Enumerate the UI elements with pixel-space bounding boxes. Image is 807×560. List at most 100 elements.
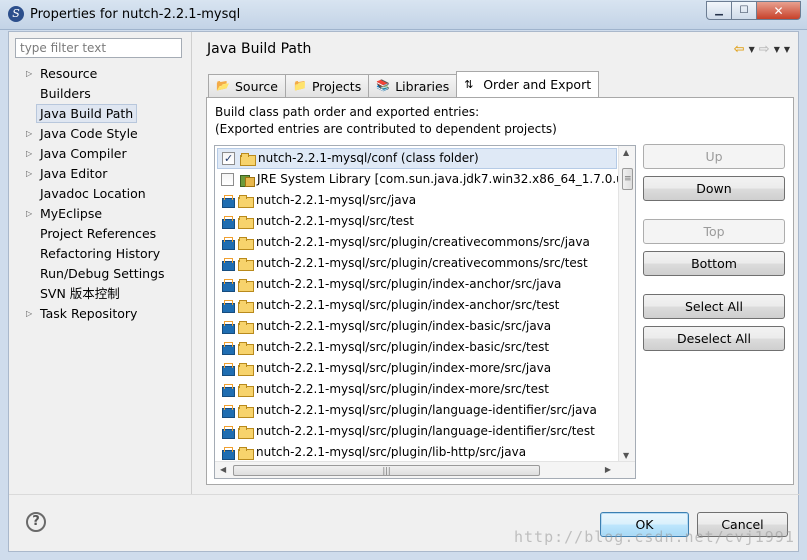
filter-input[interactable] [15,38,182,58]
source-folder-icon[interactable] [221,341,235,355]
sidebar-item[interactable]: Java Build Path [9,104,192,124]
forward-arrow-icon[interactable]: ⇨ [759,42,770,57]
list-item[interactable]: nutch-2.2.1-mysql/src/test [217,211,414,232]
sidebar-item[interactable]: ▷ Task Repository [9,304,192,324]
list-item[interactable]: JRE System Library [com.sun.java.jdk7.wi… [217,169,635,190]
package-folder-icon [238,446,254,460]
list-item[interactable]: nutch-2.2.1-mysql/src/plugin/lib-http/sr… [217,442,526,463]
view-menu-chevron-down-icon[interactable]: ▼ [784,45,790,54]
vertical-scroll-thumb[interactable] [622,168,633,190]
list-item[interactable]: nutch-2.2.1-mysql/src/plugin/creativecom… [217,253,588,274]
sidebar-item-label: Project References [40,226,157,241]
export-checkbox[interactable] [221,173,234,186]
sidebar-item[interactable]: ▷ Java Compiler [9,144,192,164]
vertical-scrollbar[interactable]: ▲ ▼ [618,146,635,462]
package-folder-icon [238,362,254,376]
list-item[interactable]: nutch-2.2.1-mysql/src/plugin/language-id… [217,421,595,442]
list-item[interactable]: nutch-2.2.1-mysql/src/plugin/index-basic… [217,316,551,337]
tab-projects[interactable]: 📁 Projects [284,74,370,97]
sidebar-item[interactable]: ▷ Java Editor [9,164,192,184]
expand-arrow-icon[interactable]: ▷ [26,304,32,324]
package-folder-icon [238,236,254,250]
sidebar-item[interactable]: Run/Debug Settings [9,264,192,284]
source-folder-icon[interactable] [221,299,235,313]
source-folder-icon[interactable] [221,236,235,250]
source-folder-icon[interactable] [221,194,235,208]
horizontal-scroll-thumb[interactable]: ||| [233,465,540,476]
list-item[interactable]: nutch-2.2.1-mysql/conf (class folder) [217,148,617,169]
source-folder-icon[interactable] [221,278,235,292]
forward-menu-chevron-down-icon[interactable]: ▼ [774,45,780,54]
list-item[interactable]: nutch-2.2.1-mysql/src/plugin/language-id… [217,400,597,421]
build-path-entries-list[interactable]: nutch-2.2.1-mysql/conf (class folder) JRE… [214,145,636,479]
deselect-all-button[interactable]: Deselect All [643,326,785,351]
scroll-left-arrow-icon[interactable]: ◀ [220,465,226,474]
bottom-button[interactable]: Bottom [643,251,785,276]
sidebar-item[interactable]: Javadoc Location [9,184,192,204]
tab-source[interactable]: 📂 Source [208,74,286,97]
expand-arrow-icon[interactable]: ▷ [26,144,32,164]
footer-divider [9,494,800,495]
expand-arrow-icon[interactable]: ▷ [26,204,32,224]
expand-arrow-icon[interactable]: ▷ [26,64,32,84]
list-item[interactable]: nutch-2.2.1-mysql/src/plugin/index-more/… [217,379,549,400]
sidebar-item[interactable]: Refactoring History [9,244,192,264]
source-folder-icon[interactable] [221,320,235,334]
sidebar-item-label: Refactoring History [40,246,161,261]
back-menu-chevron-down-icon[interactable]: ▼ [749,45,755,54]
expand-arrow-icon[interactable]: ▷ [26,124,32,144]
package-folder-icon [238,425,254,439]
source-folder-icon[interactable] [221,215,235,229]
page-title: Java Build Path [207,41,312,57]
list-item[interactable]: nutch-2.2.1-mysql/src/plugin/creativecom… [217,232,590,253]
source-folder-icon: 📂 [216,79,230,92]
tab-libraries[interactable]: 📚 Libraries [368,74,458,97]
package-folder-icon [238,278,254,292]
scroll-down-arrow-icon[interactable]: ▼ [623,451,629,460]
horizontal-scrollbar[interactable]: ◀ ||| ▶ [215,461,635,478]
scroll-up-arrow-icon[interactable]: ▲ [623,148,629,157]
list-item-label: nutch-2.2.1-mysql/src/plugin/language-id… [256,424,595,438]
sidebar-item[interactable]: ▷ Resource [9,64,192,84]
package-folder-icon [238,194,254,208]
list-item[interactable]: nutch-2.2.1-mysql/src/plugin/index-more/… [217,358,551,379]
source-folder-icon[interactable] [221,383,235,397]
source-folder-icon[interactable] [221,404,235,418]
back-arrow-icon[interactable]: ⇦ [734,42,745,57]
sidebar-item[interactable]: ▷ Java Code Style [9,124,192,144]
sidebar-item[interactable]: SVN 版本控制 [9,284,192,304]
list-item-label: nutch-2.2.1-mysql/conf (class folder) [258,151,479,165]
help-icon[interactable]: ? [26,512,46,532]
source-folder-icon[interactable] [221,446,235,460]
source-folder-icon[interactable] [221,257,235,271]
up-button[interactable]: Up [643,144,785,169]
list-item[interactable]: nutch-2.2.1-mysql/src/plugin/index-ancho… [217,274,561,295]
close-button[interactable]: ✕ [757,1,801,20]
tab-order-and-export[interactable]: ⇅ Order and Export [456,71,600,97]
sidebar-item[interactable]: ▷ MyEclipse [9,204,192,224]
window-controls: ▁ ☐ ✕ [706,1,801,21]
export-checkbox[interactable] [222,148,235,169]
history-navigation: ⇦ ▼ ⇨ ▼ ▼ [734,42,790,57]
sidebar-item[interactable]: Builders [9,84,192,104]
source-folder-icon[interactable] [221,362,235,376]
sidebar-item-label: Javadoc Location [40,186,146,201]
down-button[interactable]: Down [643,176,785,201]
minimize-button[interactable]: ▁ [706,1,732,20]
top-button[interactable]: Top [643,219,785,244]
expand-arrow-icon[interactable]: ▷ [26,164,32,184]
list-item[interactable]: nutch-2.2.1-mysql/src/plugin/index-basic… [217,337,549,358]
sidebar-item-label: Resource [40,66,98,81]
scroll-right-arrow-icon[interactable]: ▶ [605,465,611,474]
sidebar-item-label: Java Editor [40,166,108,181]
list-item[interactable]: nutch-2.2.1-mysql/src/plugin/index-ancho… [217,295,559,316]
source-folder-icon[interactable] [221,425,235,439]
maximize-button[interactable]: ☐ [732,1,757,20]
list-item[interactable]: nutch-2.2.1-mysql/src/java [217,190,416,211]
panel-description: Build class path order and exported entr… [215,104,557,138]
property-sidebar: ▷ResourceBuildersJava Build Path▷Java Co… [9,32,192,494]
list-item-label: nutch-2.2.1-mysql/src/plugin/lib-http/sr… [256,445,527,459]
list-item-label: nutch-2.2.1-mysql/src/plugin/creativecom… [256,235,590,249]
sidebar-item[interactable]: Project References [9,224,192,244]
select-all-button[interactable]: Select All [643,294,785,319]
